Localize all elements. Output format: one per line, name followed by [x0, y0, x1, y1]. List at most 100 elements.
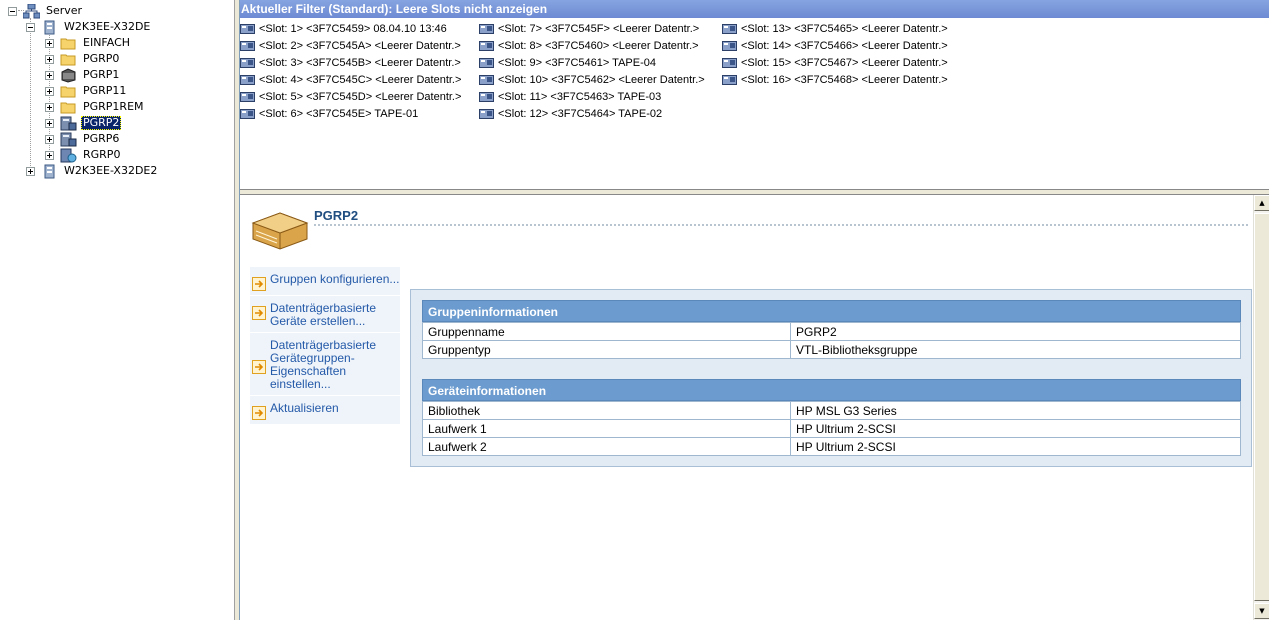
- folder-icon: [60, 54, 76, 65]
- collapse-icon[interactable]: [8, 6, 17, 16]
- group-info-table: Gruppenname PGRP2 Gruppentyp VTL-Bibliot…: [422, 322, 1241, 359]
- tree-node-group[interactable]: PGRP11: [45, 83, 128, 99]
- vtl-library-icon: [60, 116, 77, 130]
- tape-cartridge-icon: [240, 40, 255, 51]
- slot-item[interactable]: <Slot: 6> <3F7C545E> TAPE-01: [240, 105, 418, 122]
- table-row: Gruppenname PGRP2: [422, 322, 1241, 341]
- slot-item[interactable]: <Slot: 1> <3F7C5459> 08.04.10 13:46: [240, 20, 447, 37]
- expand-icon[interactable]: [45, 150, 54, 160]
- slot-item[interactable]: <Slot: 8> <3F7C5460> <Leerer Datentr.>: [479, 37, 699, 54]
- slot-label: <Slot: 14> <3F7C5466> <Leerer Datentr.>: [741, 39, 948, 52]
- folder-icon: [60, 102, 76, 113]
- tree-connector: [30, 18, 31, 172]
- expand-icon[interactable]: [45, 102, 54, 112]
- device-group-icon: [251, 212, 309, 250]
- tape-cartridge-icon: [722, 57, 737, 68]
- expand-icon[interactable]: [45, 118, 54, 128]
- row-key: Laufwerk 2: [422, 437, 791, 456]
- task-label[interactable]: Gruppen konfigurieren...: [270, 273, 399, 286]
- task-label[interactable]: Aktualisieren: [270, 402, 339, 415]
- slot-item[interactable]: <Slot: 5> <3F7C545D> <Leerer Datentr.>: [240, 88, 461, 105]
- task-label[interactable]: Datenträgerbasierte Geräte erstellen...: [270, 302, 400, 328]
- tape-cartridge-icon: [479, 40, 494, 51]
- device-info-table: Bibliothek HP MSL G3 Series Laufwerk 1 H…: [422, 401, 1241, 456]
- arrow-right-icon: [252, 306, 266, 320]
- scroll-down-button[interactable]: ▼: [1254, 603, 1269, 619]
- task-refresh[interactable]: Aktualisieren: [250, 396, 400, 425]
- collapse-icon[interactable]: [26, 22, 35, 32]
- scroll-up-button[interactable]: ▲: [1254, 195, 1269, 211]
- expand-icon[interactable]: [45, 134, 54, 144]
- server-network-icon: [23, 3, 40, 18]
- expand-icon[interactable]: [26, 166, 35, 176]
- tree-node-server[interactable]: W2K3EE-X32DE2: [26, 163, 159, 179]
- slot-item[interactable]: <Slot: 9> <3F7C5461> TAPE-04: [479, 54, 656, 71]
- task-set-group-properties[interactable]: Datenträgerbasierte Gerätegruppen-Eigens…: [250, 333, 400, 396]
- tape-cartridge-icon: [240, 91, 255, 102]
- row-key: Gruppentyp: [422, 340, 791, 359]
- slot-item[interactable]: <Slot: 12> <3F7C5464> TAPE-02: [479, 105, 662, 122]
- table-row: Bibliothek HP MSL G3 Series: [422, 401, 1241, 420]
- task-label[interactable]: Datenträgerbasierte Gerätegruppen-Eigens…: [270, 339, 400, 391]
- tree-node-group[interactable]: PGRP0: [45, 51, 121, 67]
- expand-icon[interactable]: [45, 70, 54, 80]
- tree-node-group[interactable]: EINFACH: [45, 35, 132, 51]
- table-row: Laufwerk 2 HP Ultrium 2-SCSI: [422, 437, 1241, 456]
- slot-item[interactable]: <Slot: 11> <3F7C5463> TAPE-03: [479, 88, 661, 105]
- tape-cartridge-icon: [479, 57, 494, 68]
- server-icon: [44, 20, 55, 34]
- slot-list-pane[interactable]: Aktueller Filter (Standard): Leere Slots…: [240, 0, 1269, 190]
- arrow-right-icon: [252, 406, 266, 420]
- tree-label: RGRP0: [83, 148, 121, 161]
- expand-icon[interactable]: [45, 54, 54, 64]
- slot-label: <Slot: 2> <3F7C545A> <Leerer Datentr.>: [259, 39, 461, 52]
- task-configure-groups[interactable]: Gruppen konfigurieren...: [250, 267, 400, 296]
- slot-item[interactable]: <Slot: 10> <3F7C5462> <Leerer Datentr.>: [479, 71, 705, 88]
- scrollbar-thumb[interactable]: [1254, 213, 1269, 601]
- tree-node-group[interactable]: RGRP0: [45, 147, 122, 163]
- expand-icon[interactable]: [45, 86, 54, 96]
- tree-node-group-selected[interactable]: PGRP2: [45, 115, 122, 131]
- tape-cartridge-icon: [479, 108, 494, 119]
- folder-icon: [60, 86, 76, 97]
- info-panel: Gruppeninformationen Gruppenname PGRP2 G…: [410, 289, 1252, 467]
- tape-cartridge-icon: [240, 108, 255, 119]
- expand-icon[interactable]: [45, 38, 54, 48]
- tape-cartridge-icon: [722, 23, 737, 34]
- server-icon: [44, 164, 55, 178]
- tape-cartridge-icon: [479, 74, 494, 85]
- tree-node-group[interactable]: PGRP1: [45, 67, 121, 83]
- row-key: Laufwerk 1: [422, 419, 791, 438]
- slot-label: <Slot: 3> <3F7C545B> <Leerer Datentr.>: [259, 56, 461, 69]
- slot-item[interactable]: <Slot: 4> <3F7C545C> <Leerer Datentr.>: [240, 71, 461, 88]
- tree-node-root[interactable]: Server: [8, 3, 84, 19]
- tape-library-icon: [61, 67, 76, 83]
- tree-node-group[interactable]: PGRP6: [45, 131, 121, 147]
- task-create-devices[interactable]: Datenträgerbasierte Geräte erstellen...: [250, 296, 400, 333]
- vertical-scrollbar[interactable]: ▲ ▼: [1253, 195, 1269, 620]
- table-row: Laufwerk 1 HP Ultrium 2-SCSI: [422, 419, 1241, 438]
- tree-label: PGRP0: [83, 52, 120, 65]
- slot-label: <Slot: 4> <3F7C545C> <Leerer Datentr.>: [259, 73, 462, 86]
- slot-label: <Slot: 8> <3F7C5460> <Leerer Datentr.>: [498, 39, 699, 52]
- chevron-down-icon: ▼: [1259, 607, 1265, 615]
- row-value: PGRP2: [790, 322, 1241, 341]
- slot-item[interactable]: <Slot: 15> <3F7C5467> <Leerer Datentr.>: [722, 54, 948, 71]
- tree-node-server[interactable]: W2K3EE-X32DE: [26, 19, 152, 35]
- tree-node-group[interactable]: PGRP1REM: [45, 99, 146, 115]
- tree-label: PGRP2: [81, 116, 122, 130]
- slot-item[interactable]: <Slot: 16> <3F7C5468> <Leerer Datentr.>: [722, 71, 948, 88]
- tree-label: EINFACH: [83, 36, 131, 49]
- slot-label: <Slot: 7> <3F7C545F> <Leerer Datentr.>: [498, 22, 700, 35]
- slot-item[interactable]: <Slot: 3> <3F7C545B> <Leerer Datentr.>: [240, 54, 461, 71]
- tree-label: PGRP1REM: [83, 100, 144, 113]
- slot-item[interactable]: <Slot: 13> <3F7C5465> <Leerer Datentr.>: [722, 20, 948, 37]
- slot-item[interactable]: <Slot: 7> <3F7C545F> <Leerer Datentr.>: [479, 20, 699, 37]
- slot-item[interactable]: <Slot: 2> <3F7C545A> <Leerer Datentr.>: [240, 37, 461, 54]
- page-title: PGRP2: [314, 208, 359, 223]
- navigation-tree[interactable]: Server W2K3EE-X32DE EINFACH PGRP0 PGRP1 …: [0, 0, 235, 620]
- folder-icon: [60, 38, 76, 49]
- replication-group-icon: [60, 148, 77, 162]
- slot-item[interactable]: <Slot: 14> <3F7C5466> <Leerer Datentr.>: [722, 37, 948, 54]
- tape-cartridge-icon: [722, 74, 737, 85]
